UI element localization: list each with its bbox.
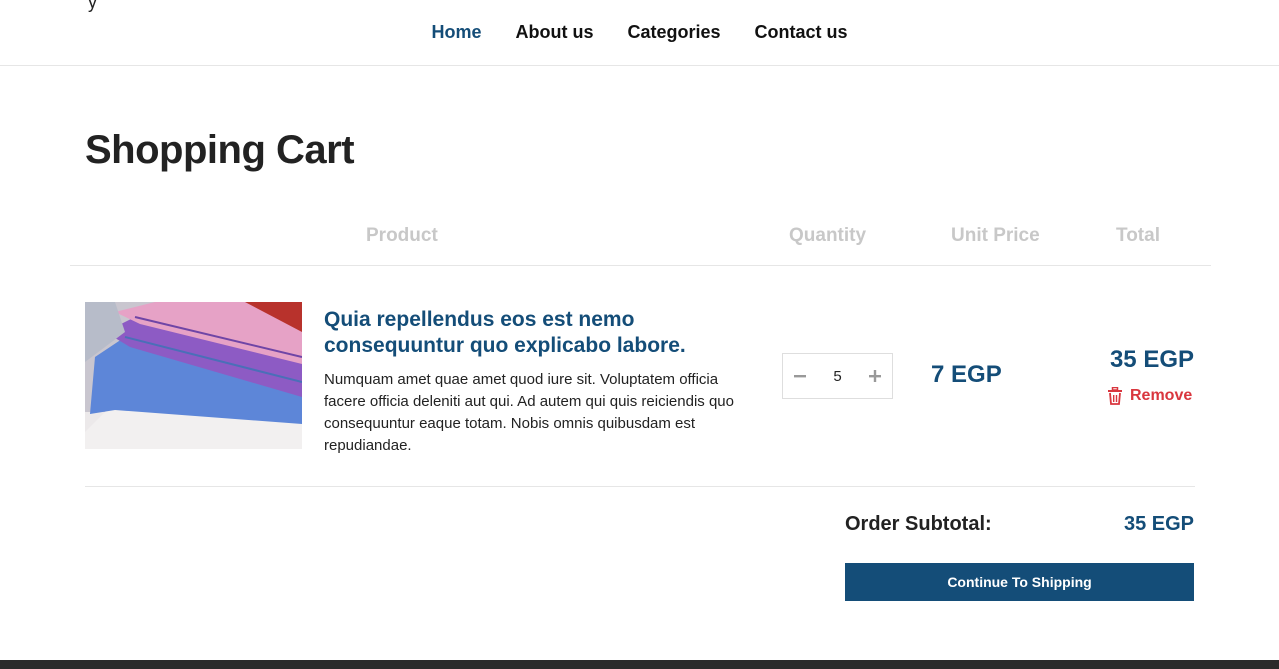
remove-label: Remove bbox=[1130, 387, 1193, 404]
main-nav: Home About us Categories Contact us bbox=[0, 22, 1279, 43]
nav-categories-link[interactable]: Categories bbox=[627, 22, 720, 43]
nav-contact-link[interactable]: Contact us bbox=[755, 22, 848, 43]
column-header-unit-price: Unit Price bbox=[951, 225, 1040, 246]
remove-button[interactable]: Remove bbox=[1107, 387, 1192, 405]
cart-table-header: Product Quantity Unit Price Total bbox=[70, 220, 1211, 266]
footer bbox=[0, 660, 1279, 669]
nav-about-link[interactable]: About us bbox=[515, 22, 593, 43]
product-description: Numquam amet quae amet quod iure sit. Vo… bbox=[324, 371, 734, 454]
product-title[interactable]: Quia repellendus eos est nemo consequunt… bbox=[324, 307, 744, 359]
column-header-quantity: Quantity bbox=[789, 225, 867, 246]
subtotal-label: Order Subtotal: bbox=[845, 513, 992, 535]
logo[interactable]: y bbox=[88, 0, 97, 13]
quantity-stepper bbox=[782, 353, 893, 399]
folded-towels-image bbox=[85, 302, 302, 449]
trash-icon bbox=[1108, 387, 1122, 405]
unit-price: 7 EGP bbox=[931, 361, 1002, 388]
plus-icon[interactable] bbox=[864, 365, 886, 387]
continue-to-shipping-button[interactable]: Continue To Shipping bbox=[845, 563, 1194, 601]
subtotal-value: 35 EGP bbox=[1123, 513, 1194, 535]
product-image[interactable] bbox=[85, 302, 302, 449]
quantity-input[interactable] bbox=[817, 367, 858, 385]
row-divider bbox=[85, 486, 1195, 487]
site-header: y Home About us Categories Contact us bbox=[0, 0, 1279, 66]
page-title: Shopping Cart bbox=[85, 128, 355, 172]
column-header-product: Product bbox=[366, 225, 438, 246]
nav-home-link[interactable]: Home bbox=[431, 22, 481, 43]
cart-item-row: Quia repellendus eos est nemo consequunt… bbox=[85, 302, 1195, 487]
column-header-total: Total bbox=[1116, 225, 1160, 246]
minus-icon[interactable] bbox=[789, 365, 811, 387]
item-total: 35 EGP bbox=[1109, 346, 1194, 373]
